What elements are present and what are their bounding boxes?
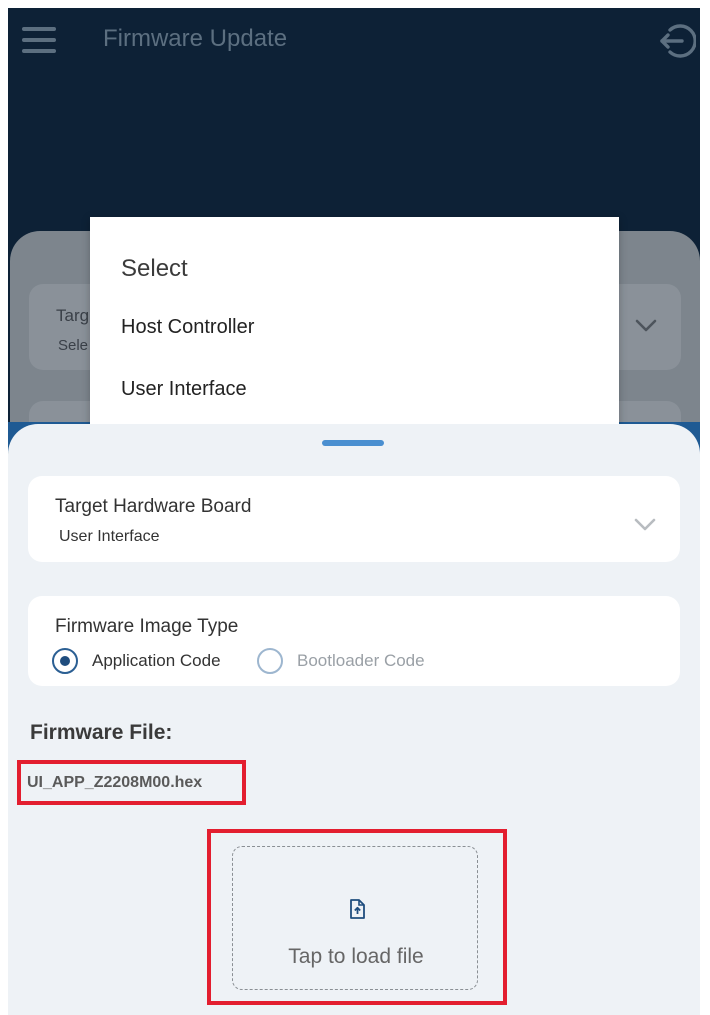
- chevron-down-icon: [635, 319, 657, 332]
- load-file-text: Tap to load file: [288, 945, 424, 968]
- dimmed-board-label: Targ: [56, 306, 90, 325]
- radio-selected-icon: [52, 648, 78, 674]
- popup-option-user-interface[interactable]: User Interface: [121, 378, 247, 401]
- target-board-dropdown[interactable]: Target Hardware Board User Interface: [28, 476, 680, 562]
- firmware-file-name: UI_APP_Z2208M00.hex: [27, 774, 203, 791]
- upload-highlight-frame: Tap to load file: [207, 829, 507, 1005]
- firmware-image-type-card: Firmware Image Type Application Code Boo…: [28, 596, 680, 686]
- sheet-drag-handle[interactable]: [322, 440, 384, 446]
- screen: Firmware Update Targ Sele Select Host Co…: [8, 8, 700, 1015]
- radio-bootloader-code-label: Bootloader Code: [297, 651, 425, 670]
- popup-option-host-controller[interactable]: Host Controller: [121, 316, 254, 339]
- app-bar: Firmware Update: [8, 8, 700, 72]
- popup-title: Select: [121, 255, 188, 282]
- radio-bootloader-code[interactable]: Bootloader Code: [257, 648, 425, 674]
- hamburger-menu-icon[interactable]: [22, 27, 56, 53]
- radio-application-code[interactable]: Application Code: [52, 648, 221, 674]
- page-title: Firmware Update: [103, 25, 288, 52]
- bottom-sheet: Target Hardware Board User Interface Fir…: [8, 424, 700, 1015]
- image-type-label: Firmware Image Type: [55, 616, 239, 637]
- select-popup-menu: Select Host Controller User Interface: [90, 217, 619, 437]
- target-board-value: User Interface: [59, 528, 160, 545]
- logout-icon[interactable]: [658, 22, 696, 60]
- firmware-file-highlight: UI_APP_Z2208M00.hex: [17, 760, 246, 805]
- file-upload-icon: [350, 899, 365, 919]
- radio-application-code-label: Application Code: [92, 651, 221, 670]
- target-board-label: Target Hardware Board: [55, 496, 252, 517]
- firmware-file-label: Firmware File:: [30, 721, 173, 744]
- dimmed-board-value: Sele: [58, 337, 89, 354]
- radio-unselected-icon: [257, 648, 283, 674]
- load-file-dropzone[interactable]: Tap to load file: [232, 846, 478, 990]
- chevron-down-icon: [634, 518, 656, 531]
